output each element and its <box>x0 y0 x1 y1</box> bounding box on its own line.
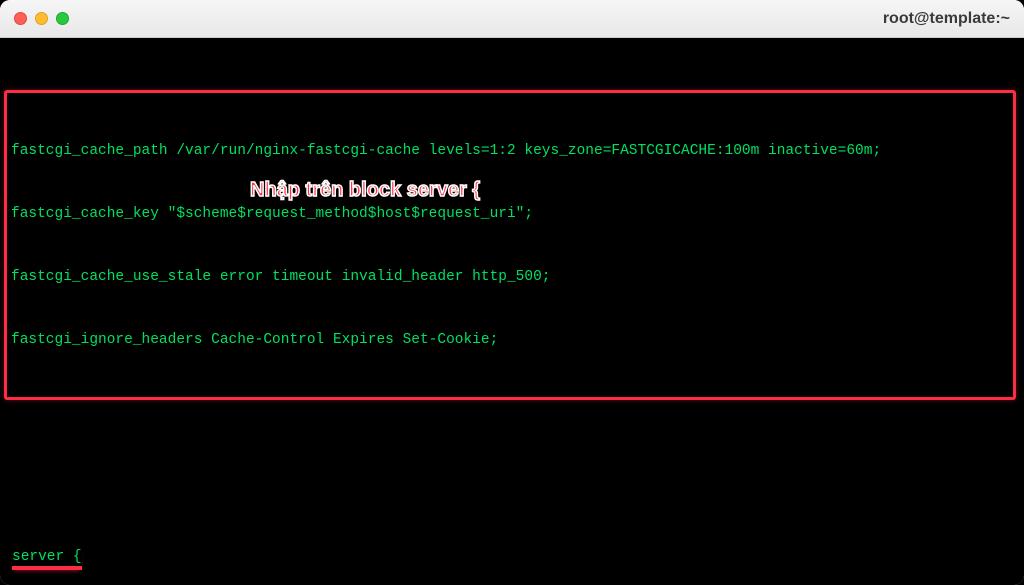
server-block-line: server { <box>8 547 1024 568</box>
terminal-content[interactable]: fastcgi_cache_path /var/run/nginx-fastcg… <box>0 38 1024 585</box>
window-title: root@template:~ <box>883 10 1010 28</box>
blank-line <box>8 463 1024 484</box>
config-line: fastcgi_cache_key "$scheme$request_metho… <box>7 204 1009 225</box>
config-line: fastcgi_cache_use_stale error timeout in… <box>7 267 1009 288</box>
close-icon[interactable] <box>14 12 27 25</box>
minimize-icon[interactable] <box>35 12 48 25</box>
highlighted-config-block: fastcgi_cache_path /var/run/nginx-fastcg… <box>4 90 1016 400</box>
maximize-icon[interactable] <box>56 12 69 25</box>
server-underline: server { <box>12 549 82 570</box>
traffic-lights <box>14 12 69 25</box>
config-line: fastcgi_cache_path /var/run/nginx-fastcg… <box>7 141 1009 162</box>
titlebar: root@template:~ <box>0 0 1024 38</box>
config-line: fastcgi_ignore_headers Cache-Control Exp… <box>7 330 1009 351</box>
terminal-window: root@template:~ fastcgi_cache_path /var/… <box>0 0 1024 585</box>
